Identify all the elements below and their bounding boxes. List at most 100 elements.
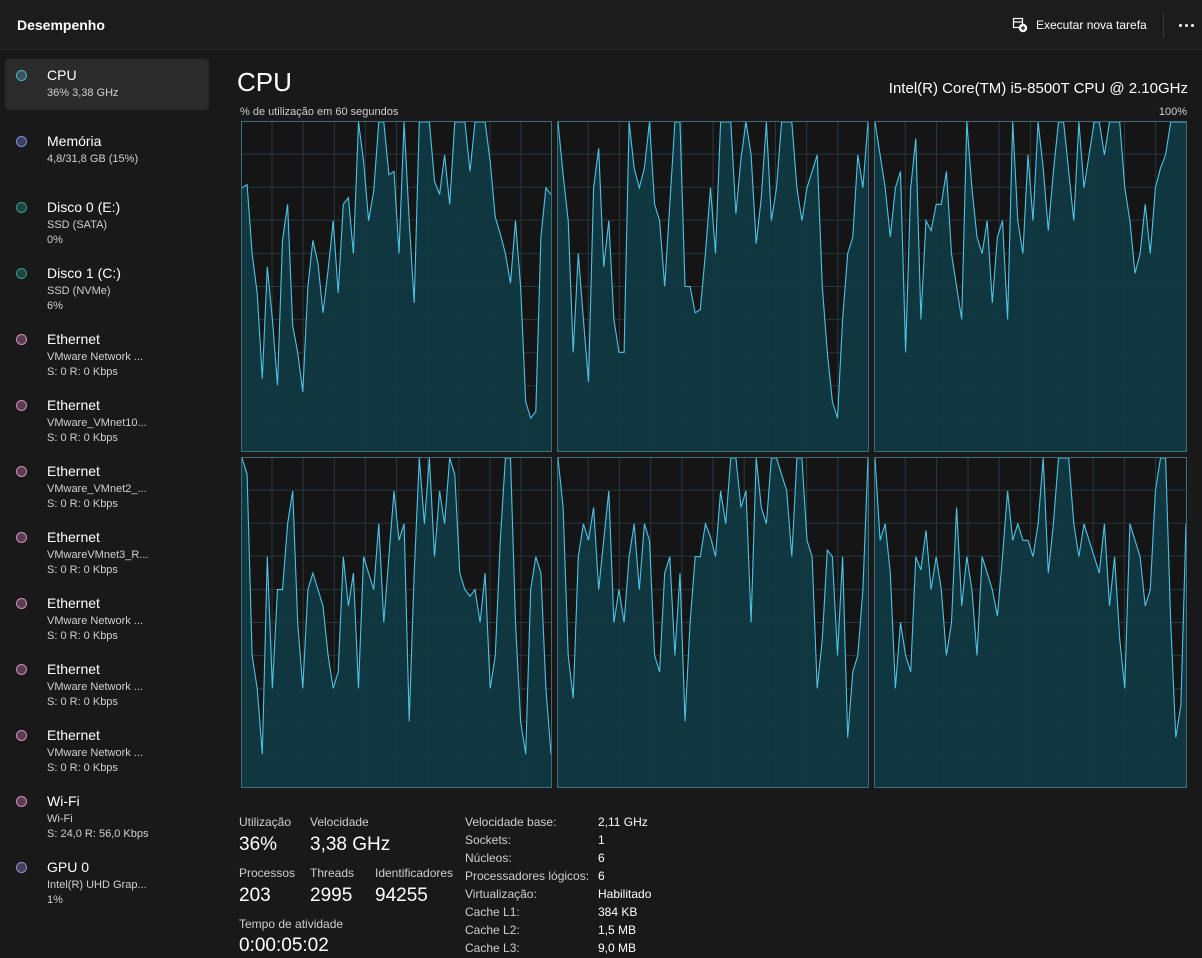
- core-usage-area: [242, 458, 551, 788]
- core-graph-border: [874, 457, 1187, 788]
- sidebar-item-indicator-icon: [16, 598, 27, 609]
- utilization-label: Utilização: [239, 815, 292, 829]
- sidebar-item-detail-secondary: S: 24,0 R: 56,0 Kbps: [47, 828, 149, 840]
- core-usage-area: [875, 122, 1186, 452]
- core-usage-area: [875, 458, 1186, 788]
- sidebar-item-indicator-icon: [16, 730, 27, 741]
- sidebar-item-ethernet[interactable]: Ethernet VMware Network ... S: 0 R: 0 Kbps: [5, 323, 209, 378]
- graph-caption: % de utilização em 60 segundos: [240, 106, 399, 118]
- core-graph-0: [241, 121, 552, 452]
- sidebar-item-label: Memória: [47, 133, 102, 149]
- title-bar: Desempenho Executar nova tarefa: [0, 0, 1202, 50]
- sidebar-item-detail-secondary: S: 0 R: 0 Kbps: [47, 564, 118, 576]
- run-new-task-button[interactable]: Executar nova tarefa: [1006, 10, 1156, 40]
- sidebar-item-indicator-icon: [16, 796, 27, 807]
- run-new-task-label: Executar nova tarefa: [1036, 18, 1147, 32]
- sidebar-item-indicator-icon: [16, 70, 27, 81]
- sidebar-item-label: Disco 1 (C:): [47, 265, 121, 281]
- sidebar-item-label: Ethernet: [47, 595, 100, 611]
- core-usage-line: [557, 457, 869, 738]
- sidebar-item-detail: VMware_VMnet2_...: [47, 483, 147, 495]
- core-graph-border: [241, 121, 552, 452]
- sidebar-item-ethernet[interactable]: Ethernet VMware Network ... S: 0 R: 0 Kbps: [5, 587, 209, 642]
- core-graph-4: [557, 457, 869, 788]
- utilization-value: 36%: [239, 834, 278, 855]
- sidebar-item-detail-secondary: S: 0 R: 0 Kbps: [47, 366, 118, 378]
- sidebar-item-ethernet[interactable]: Ethernet VMware_VMnet10... S: 0 R: 0 Kbps: [5, 389, 209, 444]
- core-usage-line: [241, 121, 552, 420]
- toolbar-divider: [1163, 14, 1164, 38]
- sidebar-item-ethernet[interactable]: Ethernet VMware Network ... S: 0 R: 0 Kbps: [5, 653, 209, 708]
- processes-value: 203: [239, 885, 271, 906]
- sidebar-item-indicator-icon: [16, 334, 27, 345]
- sidebar-item-detail: 36% 3,38 GHz: [47, 87, 119, 99]
- sidebar-item-disco-1-c[interactable]: Disco 1 (C:) SSD (NVMe) 6%: [5, 257, 209, 312]
- sidebar-item-detail: Intel(R) UHD Grap...: [47, 879, 147, 891]
- sidebar-item-wi-fi[interactable]: Wi-Fi Wi-Fi S: 24,0 R: 56,0 Kbps: [5, 785, 209, 840]
- spec-label: Cache L2:: [465, 923, 520, 937]
- sidebar-item-gpu-0[interactable]: GPU 0 Intel(R) UHD Grap... 1%: [5, 851, 209, 906]
- sidebar-item-detail-secondary: 1%: [47, 894, 63, 906]
- sidebar-item-ethernet[interactable]: Ethernet VMware Network ... S: 0 R: 0 Kbps: [5, 719, 209, 774]
- sidebar-item-indicator-icon: [16, 532, 27, 543]
- uptime-label: Tempo de atividade: [239, 917, 344, 931]
- sidebar-item-label: Disco 0 (E:): [47, 199, 121, 215]
- sidebar-item-label: GPU 0: [47, 859, 90, 875]
- sidebar-item-disco-0-e[interactable]: Disco 0 (E:) SSD (SATA) 0%: [5, 191, 209, 246]
- sidebar-item-detail: SSD (SATA): [47, 219, 108, 231]
- spec-value: 6: [598, 869, 605, 883]
- threads-value: 2995: [310, 885, 353, 906]
- sidebar-item-label: Ethernet: [47, 463, 100, 479]
- spec-label: Processadores lógicos:: [465, 869, 590, 883]
- sidebar-item-label: Ethernet: [47, 397, 100, 413]
- sidebar-item-detail: SSD (NVMe): [47, 285, 111, 297]
- sidebar-item-detail-secondary: S: 0 R: 0 Kbps: [47, 432, 118, 444]
- sidebar-item-detail: VMware_VMnet10...: [47, 417, 147, 429]
- more-options-button[interactable]: [1174, 14, 1198, 36]
- sidebar-item-indicator-icon: [16, 466, 27, 477]
- sidebar-item-ethernet[interactable]: Ethernet VMware_VMnet2_... S: 0 R: 0 Kbps: [5, 455, 209, 510]
- core-graph-border: [557, 457, 869, 788]
- sidebar-item-detail: VMwareVMnet3_R...: [47, 549, 149, 561]
- sidebar-item-label: Ethernet: [47, 331, 100, 347]
- spec-value: 6: [598, 851, 605, 865]
- sidebar-item-label: Ethernet: [47, 727, 100, 743]
- spec-value: 9,0 MB: [598, 941, 637, 955]
- speed-value: 3,38 GHz: [310, 834, 391, 855]
- sidebar-item-detail: Wi-Fi: [47, 813, 73, 825]
- spec-value: 1: [598, 833, 605, 847]
- spec-label: Cache L1:: [465, 905, 520, 919]
- sidebar-item-detail-secondary: S: 0 R: 0 Kbps: [47, 696, 118, 708]
- spec-label: Virtualização:: [465, 887, 537, 901]
- sidebar-item-indicator-icon: [16, 400, 27, 411]
- sidebar-item-indicator-icon: [16, 268, 27, 279]
- core-usage-area: [242, 122, 551, 452]
- core-usage-line: [241, 457, 552, 755]
- spec-value: 384 KB: [598, 905, 638, 919]
- sidebar-item-cpu[interactable]: CPU 36% 3,38 GHz: [5, 59, 209, 110]
- sidebar-item-mem-ria[interactable]: Memória 4,8/31,8 GB (15%): [5, 125, 209, 176]
- spec-label: Núcleos:: [465, 851, 512, 865]
- uptime-value: 0:00:05:02: [239, 935, 329, 956]
- handles-label: Identificadores: [375, 866, 454, 880]
- sidebar-item-indicator-icon: [16, 862, 27, 873]
- cpu-model-name: Intel(R) Core(TM) i5-8500T CPU @ 2.10GHz: [888, 80, 1188, 97]
- sidebar-item-detail: VMware Network ...: [47, 681, 143, 693]
- spec-label: Cache L3:: [465, 941, 520, 955]
- more-dots-icon: [1178, 23, 1182, 27]
- sidebar-item-detail: VMware Network ...: [47, 747, 143, 759]
- sidebar-item-detail-secondary: 0%: [47, 234, 63, 246]
- core-usage-area: [558, 458, 868, 788]
- sidebar-item-label: Ethernet: [47, 661, 100, 677]
- sidebar-item-ethernet[interactable]: Ethernet VMwareVMnet3_R... S: 0 R: 0 Kbps: [5, 521, 209, 576]
- core-usage-line: [874, 457, 1187, 738]
- core-usage-area: [558, 122, 868, 452]
- cpu-heading: CPU: [237, 67, 292, 97]
- handles-value: 94255: [375, 885, 428, 906]
- spec-value: 1,5 MB: [598, 923, 637, 937]
- new-task-icon: [1012, 17, 1028, 33]
- sidebar-item-detail-secondary: S: 0 R: 0 Kbps: [47, 762, 118, 774]
- core-usage-line: [557, 121, 869, 419]
- sidebar-item-indicator-icon: [16, 664, 27, 675]
- spec-label: Velocidade base:: [465, 815, 557, 829]
